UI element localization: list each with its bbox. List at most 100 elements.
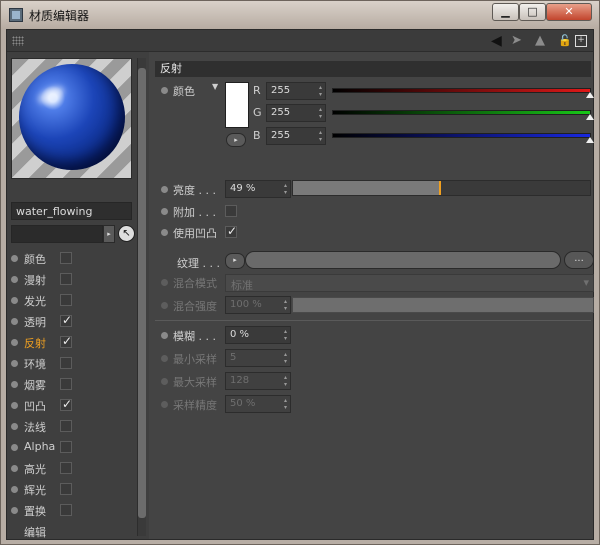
channel-label[interactable]: 烟雾 — [24, 377, 46, 393]
brightness-input[interactable]: 49 % — [225, 180, 291, 198]
channel-checkbox[interactable] — [60, 378, 72, 390]
channel-item[interactable]: 发光 — [7, 290, 137, 311]
max-samples-anim-dot — [161, 378, 168, 385]
blur-anim-dot[interactable] — [161, 332, 168, 339]
channel-label[interactable]: 凹凸 — [24, 398, 46, 414]
channel-checkbox[interactable] — [60, 504, 72, 516]
channel-item[interactable]: 烟雾 — [7, 374, 137, 395]
channel-label[interactable]: Alpha — [24, 440, 55, 453]
channel-checkbox[interactable] — [60, 483, 72, 495]
channel-checkbox[interactable] — [60, 357, 72, 369]
channel-checkbox[interactable] — [60, 294, 72, 306]
channel-label[interactable]: 编辑 — [24, 524, 46, 540]
forward-arrow-icon[interactable]: ➤ — [511, 33, 522, 49]
texture-browse-button[interactable]: ... — [564, 251, 594, 269]
channel-label[interactable]: 透明 — [24, 314, 46, 330]
texture-field[interactable] — [245, 251, 561, 269]
texture-arrow-icon[interactable]: ▸ — [225, 253, 245, 269]
bump-anim-dot[interactable] — [161, 229, 168, 236]
accuracy-input: 50 % — [225, 395, 291, 413]
back-arrow-icon[interactable]: ◀ — [491, 33, 502, 49]
scrollbar-thumb[interactable] — [138, 68, 146, 518]
channel-dot — [11, 339, 18, 346]
section-header: 反射 — [155, 61, 591, 77]
channel-label[interactable]: 法线 — [24, 419, 46, 435]
color-anim-dot[interactable] — [161, 87, 168, 94]
g-slider[interactable] — [332, 110, 594, 120]
channel-checkbox[interactable] — [60, 273, 72, 285]
blend-mode-select: 标准 — [225, 274, 594, 292]
channel-item[interactable]: 置换 — [7, 500, 137, 521]
reflection-panel: 反射 颜色 ▼ ▸ R 255 G 255 B 255 亮度 . . . 49 … — [155, 58, 594, 538]
channel-label[interactable]: 环境 — [24, 356, 46, 372]
up-arrow-icon[interactable]: ▲ — [535, 33, 545, 49]
brightness-anim-dot[interactable] — [161, 186, 168, 193]
texture-label: 纹理 . . . — [177, 257, 220, 270]
editor-client-area: ◀ ➤ ▲ 🔓 + water_flowing ▸ ↖ 颜色漫射发光透明反射环境… — [6, 29, 594, 540]
material-link-field[interactable] — [11, 225, 103, 243]
channel-checkbox[interactable] — [60, 397, 72, 411]
brightness-fill — [293, 181, 439, 195]
new-window-icon[interactable]: + — [575, 35, 587, 47]
color-swatch[interactable] — [225, 82, 249, 128]
color-label: 颜色 — [173, 85, 195, 98]
channel-checkbox[interactable] — [60, 441, 72, 453]
window-title: 材质编辑器 — [29, 9, 90, 23]
channel-label[interactable]: 漫射 — [24, 272, 46, 288]
grip-handle-icon[interactable] — [12, 36, 24, 46]
channel-dot — [11, 423, 18, 430]
color-dropdown-icon[interactable]: ▼ — [212, 82, 218, 91]
blend-strength-anim-dot — [161, 302, 168, 309]
b-input[interactable]: 255 — [266, 127, 326, 145]
r-input[interactable]: 255 — [266, 82, 326, 100]
channel-checkbox[interactable] — [60, 313, 72, 327]
channel-item[interactable]: 辉光 — [7, 479, 137, 500]
b-slider[interactable] — [332, 133, 594, 143]
r-slider[interactable] — [332, 88, 594, 98]
minimize-button[interactable]: ▁ — [492, 3, 519, 21]
use-bump-checkbox[interactable] — [225, 224, 237, 238]
g-input[interactable]: 255 — [266, 104, 326, 122]
channel-label[interactable]: 发光 — [24, 293, 46, 309]
left-scrollbar[interactable] — [137, 58, 146, 536]
b-slider-handle[interactable] — [586, 137, 594, 143]
color-expand-icon[interactable]: ▸ — [226, 133, 246, 147]
additive-anim-dot[interactable] — [161, 208, 168, 215]
channel-item[interactable]: 反射 — [7, 332, 137, 353]
material-name-field[interactable]: water_flowing — [11, 202, 132, 220]
channel-item[interactable]: 高光 — [7, 458, 137, 479]
channel-checkbox[interactable] — [60, 420, 72, 432]
use-bump-label: 使用凹凸 — [173, 227, 217, 240]
brightness-slider[interactable] — [292, 180, 591, 196]
material-preview[interactable] — [11, 58, 132, 179]
channel-item[interactable]: 凹凸 — [7, 395, 137, 416]
g-slider-handle[interactable] — [586, 114, 594, 120]
channel-checkbox[interactable] — [60, 334, 72, 348]
channel-checkbox[interactable] — [60, 462, 72, 474]
min-samples-label: 最小采样 — [173, 353, 217, 366]
channel-item[interactable]: 编辑 — [7, 521, 137, 542]
blur-input[interactable]: 0 % — [225, 326, 291, 344]
channel-label[interactable]: 反射 — [24, 335, 46, 351]
channel-label[interactable]: 辉光 — [24, 482, 46, 498]
channel-item[interactable]: 环境 — [7, 353, 137, 374]
channel-checkbox[interactable] — [60, 252, 72, 264]
title-bar[interactable]: 材质编辑器 ▁ □ ✕ — [1, 1, 599, 29]
additive-checkbox[interactable] — [225, 205, 237, 217]
maximize-button[interactable]: □ — [519, 3, 546, 21]
channel-label[interactable]: 置换 — [24, 503, 46, 519]
channel-item[interactable]: 法线 — [7, 416, 137, 437]
close-button[interactable]: ✕ — [546, 3, 592, 21]
r-label: R — [253, 84, 261, 97]
channel-label[interactable]: 高光 — [24, 461, 46, 477]
pick-cursor-icon[interactable]: ↖ — [118, 225, 135, 242]
r-slider-handle[interactable] — [586, 92, 594, 98]
material-link-arrow-icon[interactable]: ▸ — [103, 225, 115, 243]
channel-item[interactable]: 颜色 — [7, 248, 137, 269]
channel-item[interactable]: 漫射 — [7, 269, 137, 290]
channel-item[interactable]: 透明 — [7, 311, 137, 332]
lock-icon[interactable]: 🔓 — [558, 33, 572, 49]
brightness-handle[interactable] — [439, 181, 441, 195]
channel-label[interactable]: 颜色 — [24, 251, 46, 267]
channel-item[interactable]: Alpha — [7, 437, 137, 458]
